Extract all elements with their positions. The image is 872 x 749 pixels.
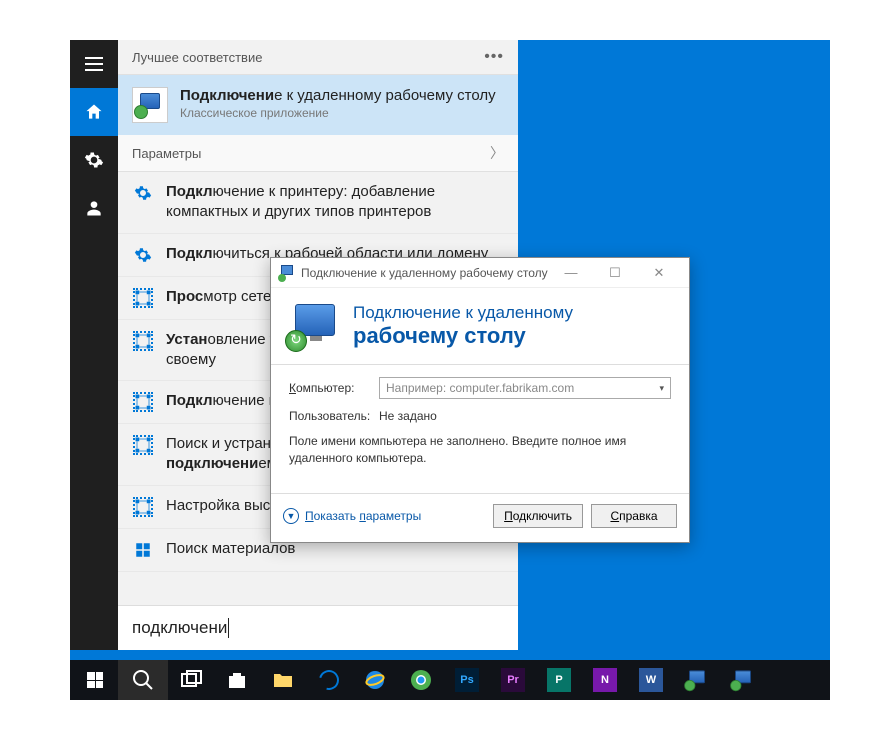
search-icon	[131, 668, 155, 692]
taskbar-onenote[interactable]: N	[582, 660, 628, 700]
gear-icon	[84, 150, 104, 170]
taskview-icon	[179, 668, 203, 692]
store-icon	[132, 539, 154, 561]
rdp-titlebar[interactable]: Подключение к удаленному рабочему столу …	[271, 258, 689, 288]
rdp-big-icon	[289, 302, 339, 350]
close-button[interactable]: ✕	[637, 259, 681, 287]
sidebar-home[interactable]	[70, 88, 118, 136]
taskbar: Ps Pr P N W	[70, 660, 830, 700]
taskbar-rdp[interactable]	[674, 660, 720, 700]
computer-label: Компьютер:	[289, 381, 379, 395]
help-button[interactable]: Справка	[591, 504, 677, 528]
taskbar-word[interactable]: W	[628, 660, 674, 700]
rdp-info-text: Поле имени компьютера не заполнено. Введ…	[289, 433, 671, 467]
net-icon	[132, 287, 154, 309]
rdp-app-icon	[132, 87, 168, 123]
minimize-button[interactable]: —	[549, 259, 593, 287]
best-match-label: Лучшее соответствие	[132, 50, 262, 65]
start-sidebar	[70, 40, 118, 650]
gear-icon	[132, 244, 154, 266]
show-params-link[interactable]: ▼ Показать параметры	[283, 508, 421, 524]
pr-icon: Pr	[501, 668, 525, 692]
params-label: Параметры	[132, 146, 201, 161]
taskbar-photoshop[interactable]: Ps	[444, 660, 490, 700]
best-match-header: Лучшее соответствие •••	[118, 40, 518, 75]
taskbar-search[interactable]	[118, 660, 168, 700]
hamburger-icon	[85, 57, 103, 71]
net-icon	[132, 391, 154, 413]
taskbar-store[interactable]	[214, 660, 260, 700]
search-result-item[interactable]: Подключение к принтеру: добавление компа…	[118, 172, 518, 234]
pub-icon: P	[547, 668, 571, 692]
more-icon[interactable]: •••	[484, 48, 504, 66]
search-input-area[interactable]: подключени	[118, 605, 518, 650]
net-icon	[132, 330, 154, 352]
connect-button[interactable]: Подключить	[493, 504, 583, 528]
edge-icon	[315, 666, 342, 693]
taskbar-edge[interactable]	[306, 660, 352, 700]
taskbar-rdp-2[interactable]	[720, 660, 766, 700]
dropdown-icon: ▾	[659, 383, 664, 394]
rdp-titlebar-icon	[279, 265, 295, 281]
search-input-text: подключени	[132, 618, 229, 638]
user-value: Не задано	[379, 409, 437, 423]
taskbar-premiere[interactable]: Pr	[490, 660, 536, 700]
chevron-right-icon: 〉	[490, 143, 504, 163]
gear-icon	[132, 182, 154, 204]
taskbar-taskview[interactable]	[168, 660, 214, 700]
best-match-item[interactable]: Подключение к удаленному рабочему столу …	[118, 75, 518, 135]
rdp-header-line2: рабочему столу	[353, 323, 573, 349]
expand-down-icon: ▼	[283, 508, 299, 524]
taskbar-publisher[interactable]: P	[536, 660, 582, 700]
user-label: Пользователь:	[289, 409, 379, 423]
chrome-icon	[409, 668, 433, 692]
folder-icon	[271, 668, 295, 692]
best-match-title: Подключение к удаленному рабочему столу	[180, 87, 504, 104]
taskbar-chrome[interactable]	[398, 660, 444, 700]
net-icon	[132, 434, 154, 456]
rdp-header-line1: Подключение к удаленному	[353, 303, 573, 323]
taskbar-start[interactable]	[72, 660, 118, 700]
sidebar-user[interactable]	[70, 184, 118, 232]
rdp-icon	[686, 670, 708, 689]
rdp-header: Подключение к удаленному рабочему столу	[271, 288, 689, 364]
store-icon	[225, 668, 249, 692]
taskbar-explorer[interactable]	[260, 660, 306, 700]
ps-icon: Ps	[455, 668, 479, 692]
ie-icon	[363, 668, 387, 692]
word-icon: W	[639, 668, 663, 692]
rdp-title: Подключение к удаленному рабочему столу	[301, 266, 549, 280]
desktop-screen: Лучшее соответствие ••• Подключение к уд…	[70, 40, 830, 700]
rdp-dialog: Подключение к удаленному рабочему столу …	[270, 257, 690, 543]
best-match-subtitle: Классическое приложение	[180, 106, 504, 120]
home-icon	[84, 102, 104, 122]
computer-input[interactable]: Например: computer.fabrikam.com ▾	[379, 377, 671, 399]
computer-placeholder: Например: computer.fabrikam.com	[386, 381, 574, 395]
maximize-button[interactable]: ☐	[593, 259, 637, 287]
net-icon	[132, 496, 154, 518]
result-text: Подключение к принтеру: добавление компа…	[166, 182, 504, 223]
params-header[interactable]: Параметры 〉	[118, 135, 518, 172]
windows-icon	[87, 672, 103, 688]
user-icon	[84, 198, 104, 218]
onenote-icon: N	[593, 668, 617, 692]
sidebar-settings[interactable]	[70, 136, 118, 184]
rdp-icon	[732, 670, 754, 689]
taskbar-ie[interactable]	[352, 660, 398, 700]
sidebar-menu[interactable]	[70, 40, 118, 88]
